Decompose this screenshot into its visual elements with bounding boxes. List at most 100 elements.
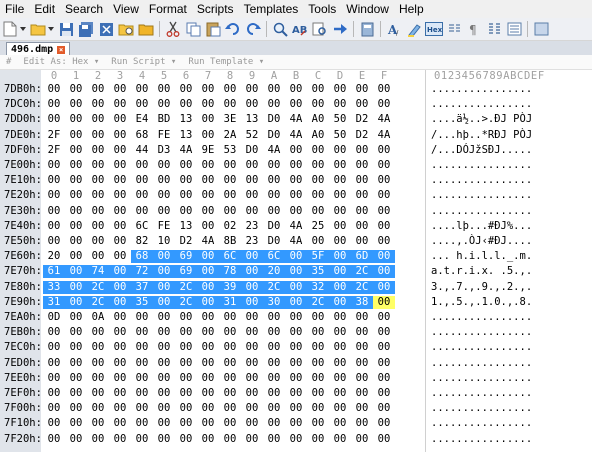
hex-byte[interactable]: 00 — [351, 326, 373, 339]
hex-byte[interactable]: 00 — [65, 205, 87, 218]
hex-byte[interactable]: 00 — [241, 295, 263, 309]
hex-byte[interactable]: 00 — [285, 341, 307, 354]
hex-byte[interactable]: 00 — [65, 144, 87, 157]
chevron-down-icon[interactable] — [19, 20, 27, 38]
hex-byte[interactable]: 00 — [241, 387, 263, 400]
ascii-text[interactable]: ................ — [431, 433, 586, 446]
hex-byte[interactable]: 00 — [109, 159, 131, 172]
hex-byte[interactable]: 00 — [175, 387, 197, 400]
hex-byte[interactable]: 00 — [43, 417, 65, 430]
hex-byte[interactable]: 00 — [197, 311, 219, 324]
run-script-dropdown[interactable]: Run Script ▾ — [105, 57, 176, 67]
hex-byte[interactable]: 00 — [65, 326, 87, 339]
hex-byte[interactable]: 00 — [373, 83, 395, 96]
hex-byte[interactable]: 00 — [87, 402, 109, 415]
hex-byte[interactable]: 00 — [65, 280, 87, 294]
hex-byte[interactable]: D0 — [241, 144, 263, 157]
hex-byte[interactable]: 00 — [153, 250, 175, 264]
hex-byte[interactable]: 13 — [175, 113, 197, 126]
hex-byte[interactable]: 00 — [197, 341, 219, 354]
hex-byte[interactable]: A0 — [307, 129, 329, 142]
hex-byte[interactable]: 00 — [285, 311, 307, 324]
hex-byte[interactable]: 53 — [219, 144, 241, 157]
hex-byte[interactable]: 00 — [351, 433, 373, 446]
hex-byte[interactable]: 00 — [373, 265, 395, 279]
hex-byte[interactable]: 9E — [197, 144, 219, 157]
hex-byte[interactable]: 00 — [87, 372, 109, 385]
hex-byte[interactable]: 00 — [351, 205, 373, 218]
hex-byte[interactable]: 00 — [241, 311, 263, 324]
ascii-text[interactable]: ................ — [431, 372, 586, 385]
hex-byte[interactable]: 00 — [219, 341, 241, 354]
hex-byte[interactable]: D2 — [175, 235, 197, 248]
hex-byte[interactable]: 00 — [219, 402, 241, 415]
hex-byte[interactable]: 00 — [175, 205, 197, 218]
hex-byte[interactable]: 13 — [175, 220, 197, 233]
hex-byte[interactable]: 00 — [329, 265, 351, 279]
hex-byte[interactable]: 00 — [109, 205, 131, 218]
ascii-text[interactable]: ................ — [431, 83, 586, 96]
hex-byte[interactable]: 00 — [197, 205, 219, 218]
hex-byte[interactable]: 00 — [153, 372, 175, 385]
hex-byte[interactable]: 25 — [307, 220, 329, 233]
hex-byte[interactable]: 00 — [87, 83, 109, 96]
hex-byte[interactable]: 00 — [43, 357, 65, 370]
hex-byte[interactable]: 00 — [109, 98, 131, 111]
hex-byte[interactable]: 00 — [373, 98, 395, 111]
hex-byte[interactable]: 00 — [241, 83, 263, 96]
hex-byte[interactable]: 23 — [241, 220, 263, 233]
hex-byte[interactable]: 00 — [263, 311, 285, 324]
menu-tools[interactable]: Tools — [303, 0, 341, 18]
hex-byte[interactable]: 00 — [43, 326, 65, 339]
hex-byte[interactable]: 72 — [131, 265, 153, 279]
hex-byte[interactable]: 2C — [307, 295, 329, 309]
hex-byte[interactable]: 00 — [153, 174, 175, 187]
hex-byte[interactable]: 00 — [351, 417, 373, 430]
hex-byte[interactable]: 00 — [131, 326, 153, 339]
hex-byte[interactable]: 00 — [153, 205, 175, 218]
hex-byte[interactable]: 00 — [329, 98, 351, 111]
hex-byte[interactable]: 00 — [197, 265, 219, 279]
hex-byte[interactable]: 00 — [351, 402, 373, 415]
hex-byte[interactable]: D0 — [263, 235, 285, 248]
hex-byte[interactable]: 00 — [285, 402, 307, 415]
hex-byte[interactable]: 32 — [307, 280, 329, 294]
hex-byte[interactable]: E4 — [131, 113, 153, 126]
hex-byte[interactable]: 00 — [197, 295, 219, 309]
hex-byte[interactable]: 4A — [373, 113, 395, 126]
hex-byte[interactable]: 00 — [329, 311, 351, 324]
hex-byte[interactable]: 00 — [307, 402, 329, 415]
hex-byte[interactable]: 00 — [329, 341, 351, 354]
hex-byte[interactable]: 00 — [241, 265, 263, 279]
hex-byte[interactable]: 00 — [351, 311, 373, 324]
hex-byte[interactable]: 00 — [285, 98, 307, 111]
hex-byte[interactable]: 00 — [109, 144, 131, 157]
hex-byte[interactable]: 00 — [87, 113, 109, 126]
hex-byte[interactable]: 00 — [109, 372, 131, 385]
hex-byte[interactable]: 00 — [329, 83, 351, 96]
undo-icon[interactable] — [224, 20, 242, 38]
hex-byte[interactable]: D0 — [263, 129, 285, 142]
hex-byte[interactable]: FE — [153, 129, 175, 142]
redo-icon[interactable] — [244, 20, 262, 38]
hex-byte[interactable]: D2 — [351, 113, 373, 126]
hex-byte[interactable]: 00 — [241, 250, 263, 264]
hex-byte[interactable]: 00 — [373, 250, 395, 264]
hex-byte[interactable]: 00 — [175, 189, 197, 202]
hex-byte[interactable]: 00 — [153, 341, 175, 354]
hex-byte[interactable]: 00 — [109, 433, 131, 446]
hex-byte[interactable]: 00 — [307, 159, 329, 172]
hex-byte[interactable]: 00 — [263, 433, 285, 446]
hex-byte[interactable]: 00 — [197, 280, 219, 294]
hex-byte[interactable]: 00 — [43, 205, 65, 218]
ascii-text[interactable]: 1.,.5.,.1.0.,.8. — [431, 296, 586, 309]
hex-byte[interactable]: 00 — [109, 129, 131, 142]
hex-byte[interactable]: 00 — [285, 417, 307, 430]
hex-byte[interactable]: 44 — [131, 144, 153, 157]
hex-byte[interactable]: 00 — [131, 417, 153, 430]
hex-byte[interactable]: 00 — [329, 295, 351, 309]
edit-as-dropdown[interactable]: Edit As: Hex ▾ — [17, 57, 99, 67]
hex-byte[interactable]: 00 — [65, 311, 87, 324]
hex-byte[interactable]: 00 — [197, 129, 219, 142]
menu-view[interactable]: View — [108, 0, 144, 18]
